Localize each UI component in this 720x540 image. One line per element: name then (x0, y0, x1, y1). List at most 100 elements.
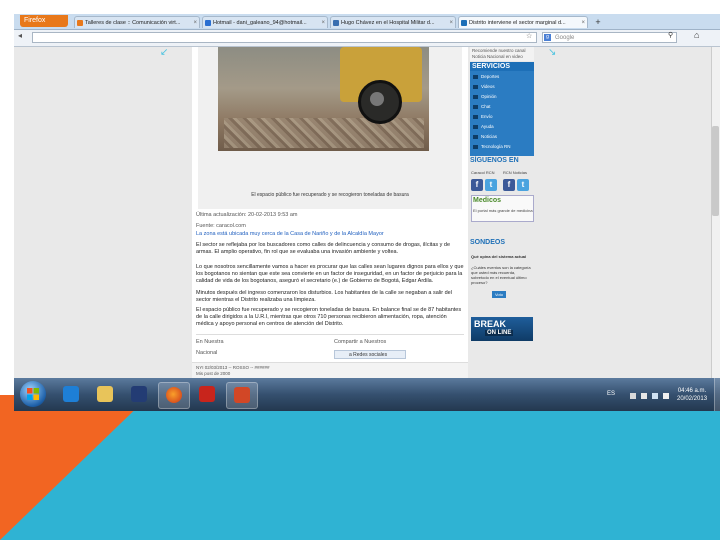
services-item[interactable]: Chat (473, 104, 491, 109)
search-input[interactable]: Google (542, 32, 677, 43)
taskbar-firefox-button[interactable] (158, 382, 190, 409)
taskbar-media-button[interactable] (124, 382, 154, 407)
tab-hugo-chavez[interactable]: Hugo Chávez en el Hospital Militar d... … (330, 16, 456, 28)
favicon-icon (77, 20, 83, 26)
share-button[interactable]: a Redes sociales (334, 350, 406, 359)
section-value: Nacional (196, 350, 218, 356)
page-arrow-left-icon: ↙ (160, 47, 169, 58)
tab-label: Talleres de clase :: Comunicación virt..… (85, 20, 181, 26)
services-item[interactable]: Videos (473, 84, 495, 89)
photo-caption: El espacio público fue recuperado y se r… (251, 192, 409, 198)
polls-question: Qué opina del sistema actual (471, 254, 527, 259)
tray-arrow-icon[interactable] (630, 393, 636, 399)
tab-label: Distrito interviene el sector marginal d… (469, 20, 566, 26)
taskbar-acrobat-button[interactable] (192, 382, 222, 407)
services-list: Deportes Videos Opinión Chat Envío Ayuda… (470, 71, 534, 156)
share-title: Compartir a Nuestros (334, 339, 387, 345)
page-arrow-right-icon: ↘ (548, 47, 557, 58)
services-item-label: Tecnología RN (481, 144, 511, 149)
article-paragraph: El sector se reflejaba por los buscadore… (196, 242, 451, 255)
source-label: Fuente: caracol.com (196, 223, 246, 229)
url-input[interactable] (32, 32, 537, 43)
clock[interactable]: 04:46 a.m. 20/02/2013 (677, 387, 707, 403)
favicon-icon (205, 20, 211, 26)
bullet-icon (473, 94, 478, 99)
firefox-menu-button[interactable]: Firefox (20, 15, 68, 27)
sidebar-promo[interactable]: Recomiende nuestro canal Noticia Naciona… (470, 47, 534, 61)
bookmark-star-icon[interactable]: ☆ (526, 32, 532, 40)
back-arrow-icon[interactable]: ◂ (18, 31, 22, 40)
section-label: En Nuestra (196, 339, 224, 345)
favicon-icon (461, 20, 467, 26)
updated-timestamp: Última actualización: 20-02-2013 9:53 am (196, 212, 298, 218)
facebook-icon[interactable]: f (471, 179, 483, 191)
new-tab-button[interactable]: + (592, 16, 604, 28)
taskbar-ie-button[interactable] (56, 382, 86, 407)
browser-screenshot: Firefox Talleres de clase :: Comunicació… (14, 14, 720, 411)
bullet-icon (473, 144, 478, 149)
bullet-icon (473, 134, 478, 139)
services-item-label: Envío (481, 114, 493, 119)
services-item[interactable]: Opinión (473, 94, 497, 99)
slide-orange-triangle (0, 395, 150, 540)
comments-label: NYI 02/03/2013 -- ROSSO -- ###### (196, 365, 270, 370)
tab-distrito[interactable]: Distrito interviene el sector marginal d… (458, 16, 588, 28)
bullet-icon (473, 114, 478, 119)
services-item-label: Chat (481, 104, 491, 109)
slide-top-band (0, 0, 720, 14)
services-item[interactable]: Tecnología RN (473, 144, 511, 149)
bullet-icon (473, 104, 478, 109)
close-icon[interactable]: × (321, 17, 325, 28)
powerpoint-icon (234, 387, 250, 403)
volume-icon[interactable] (663, 393, 669, 399)
vote-button[interactable]: Voto (492, 291, 506, 298)
polls-header: SONDEOS (470, 239, 506, 246)
photo-wheel-hub (370, 92, 384, 106)
home-icon[interactable]: ⌂ (694, 30, 699, 40)
twitter-icon[interactable]: t (485, 179, 497, 191)
services-item-label: Opinión (481, 94, 497, 99)
services-item-label: Deportes (481, 74, 500, 79)
services-item[interactable]: Envío (473, 114, 493, 119)
close-icon[interactable]: × (581, 17, 585, 28)
search-icon[interactable]: ⚲ (668, 31, 673, 39)
flag-icon[interactable] (641, 393, 647, 399)
services-item[interactable]: Noticias (473, 134, 497, 139)
firefox-icon (166, 387, 182, 403)
bullet-icon (473, 124, 478, 129)
show-desktop-button[interactable] (714, 378, 720, 411)
tab-label: Hotmail - dani_galeano_94@hotmail... (213, 20, 307, 26)
services-item-label: Videos (481, 84, 495, 89)
acrobat-icon (199, 386, 215, 402)
twitter-icon[interactable]: t (517, 179, 529, 191)
close-icon[interactable]: × (449, 17, 453, 28)
favicon-icon (333, 20, 339, 26)
article-subtitle-link[interactable]: La zona está ubicada muy cerca de la Cas… (196, 231, 384, 237)
follow-header: SÍGUENOS EN (470, 157, 519, 164)
divider (196, 334, 464, 335)
tab-talleres[interactable]: Talleres de clase :: Comunicación virt..… (74, 16, 200, 28)
internet-explorer-icon (63, 386, 79, 402)
taskbar-explorer-button[interactable] (90, 382, 120, 407)
language-indicator[interactable]: ES (607, 391, 615, 397)
facebook-icon[interactable]: f (503, 179, 515, 191)
google-icon[interactable]: g (544, 34, 551, 41)
services-header: SERVICIOS (470, 62, 534, 71)
close-icon[interactable]: × (193, 17, 197, 28)
taskbar-powerpoint-button[interactable] (226, 382, 258, 409)
bullet-icon (473, 74, 478, 79)
network-icon[interactable] (652, 393, 658, 399)
media-player-icon (131, 386, 147, 402)
article-paragraph: Lo que nosotros sencillamente vamos a ha… (196, 264, 464, 284)
services-item-label: Ayuda (481, 124, 494, 129)
clock-time: 04:46 a.m. (677, 388, 707, 394)
scrollbar-thumb[interactable] (712, 126, 719, 216)
tab-hotmail[interactable]: Hotmail - dani_galeano_94@hotmail... × (202, 16, 328, 28)
services-item[interactable]: Deportes (473, 74, 499, 79)
follow-label: RCN Noticias (503, 170, 528, 175)
break-subtitle: ON LINE (485, 330, 514, 336)
services-item[interactable]: Ayuda (473, 124, 494, 129)
break-title: BREAK (474, 319, 507, 329)
medicos-title: Medicos (473, 197, 502, 204)
tab-label: Hugo Chávez en el Hospital Militar d... (341, 20, 435, 26)
